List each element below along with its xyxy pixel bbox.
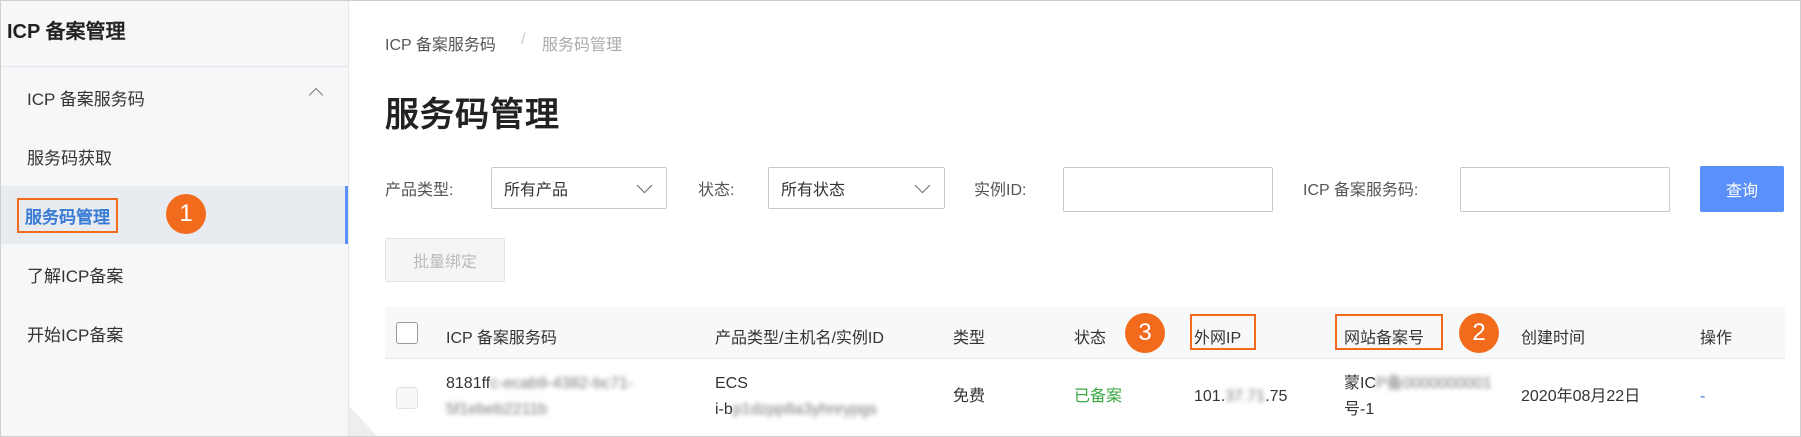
sidebar-item-start-icp[interactable]: 开始ICP备案: [1, 304, 347, 362]
instance-id-input[interactable]: [1063, 167, 1273, 212]
cell-type: 免费: [953, 388, 986, 405]
product-type-value: 所有产品: [504, 182, 569, 199]
code-visible: 8181ff: [446, 375, 491, 392]
column-header-created: 创建时间: [1521, 330, 1586, 347]
annotation-box-public-ip: [1190, 314, 1256, 350]
annotation-badge-2: 2: [1459, 313, 1499, 353]
product-type: ECS: [715, 375, 748, 392]
status-select[interactable]: 所有状态: [768, 167, 945, 209]
column-header-action: 操作: [1700, 330, 1733, 347]
chevron-up-icon: [308, 87, 324, 103]
cell-product: ECS i-bp1dzpp8a3yhnrypgs: [715, 371, 877, 423]
product-type-select[interactable]: 所有产品: [491, 167, 667, 209]
query-button[interactable]: 查询: [1700, 166, 1784, 212]
column-header-code: ICP 备案服务码: [446, 330, 557, 347]
sidebar-item-label: 开始ICP备案: [27, 325, 124, 345]
sidebar-item-label: 服务码获取: [27, 148, 112, 168]
sidebar-group-label: ICP 备案服务码: [27, 89, 145, 109]
batch-bind-button[interactable]: 批量绑定: [385, 238, 505, 282]
sidebar-group-icp-code[interactable]: ICP 备案服务码: [1, 68, 347, 126]
cell-created: 2020年08月22日: [1521, 388, 1641, 405]
cell-code: 8181ffc-ecab9-4382-bc71- 5f1ebeb2211b: [446, 371, 633, 423]
breadcrumb-parent-link[interactable]: ICP 备案服务码: [385, 31, 496, 55]
code-redacted: c-ecab9-4382-bc71-: [490, 375, 634, 392]
instance-id-visible: i-b: [715, 401, 733, 418]
sidebar-title: ICP 备案管理: [7, 21, 126, 43]
status-label: 状态:: [698, 182, 735, 199]
annotation-badge-3: 3: [1125, 313, 1165, 353]
chevron-down-icon: [914, 177, 931, 194]
select-all-checkbox[interactable]: [396, 322, 418, 344]
row-checkbox[interactable]: [396, 387, 418, 409]
annotation-box-record-number: [1335, 314, 1443, 350]
column-header-status: 状态: [1074, 330, 1107, 347]
screenshot-frame: ICP 备案管理 ICP 备案服务码 服务码获取 服务码管理 了解ICP备案 开…: [0, 0, 1801, 437]
status-value: 所有状态: [781, 182, 846, 199]
breadcrumb-separator: /: [521, 31, 526, 48]
cell-status: 已备案: [1074, 388, 1123, 405]
active-indicator: [345, 186, 348, 244]
breadcrumb-current: 服务码管理: [542, 37, 623, 54]
annotation-badge-1: 1: [166, 194, 206, 234]
column-header-product: 产品类型/主机名/实例ID: [715, 330, 884, 347]
cell-public-ip: 101.37.71.75: [1194, 384, 1287, 410]
ip-prefix: 101.: [1194, 388, 1226, 405]
column-header-type: 类型: [953, 330, 986, 347]
instance-id-label: 实例ID:: [974, 182, 1027, 199]
code-redacted-line2: 5f1ebeb2211b: [446, 401, 548, 418]
row-action-link[interactable]: -: [1700, 384, 1705, 410]
page-title: 服务码管理: [385, 96, 560, 134]
product-type-label: 产品类型:: [385, 182, 454, 199]
sidebar-item-label: 服务码管理: [17, 197, 118, 233]
cell-record-number: 蒙ICP备0000000001 号-1: [1344, 371, 1492, 423]
ip-suffix: .75: [1265, 388, 1288, 405]
sidebar-item-label: 了解ICP备案: [27, 266, 124, 286]
icp-code-input[interactable]: [1460, 167, 1670, 212]
sidebar-item-get-code[interactable]: 服务码获取: [1, 127, 347, 185]
ip-redacted: 37.71: [1225, 388, 1266, 405]
record-visible: 蒙IC: [1344, 375, 1377, 392]
instance-id-redacted: p1dzpp8a3yhnrypgs: [732, 401, 877, 418]
chevron-down-icon: [636, 177, 653, 194]
decorative-corner: [349, 406, 379, 436]
record-redacted: P备0000000001: [1376, 375, 1492, 392]
icp-code-label: ICP 备案服务码:: [1303, 182, 1419, 199]
sidebar-divider: [1, 66, 349, 67]
sidebar-item-learn-icp[interactable]: 了解ICP备案: [1, 245, 347, 303]
record-suffix: 号-1: [1344, 401, 1375, 418]
